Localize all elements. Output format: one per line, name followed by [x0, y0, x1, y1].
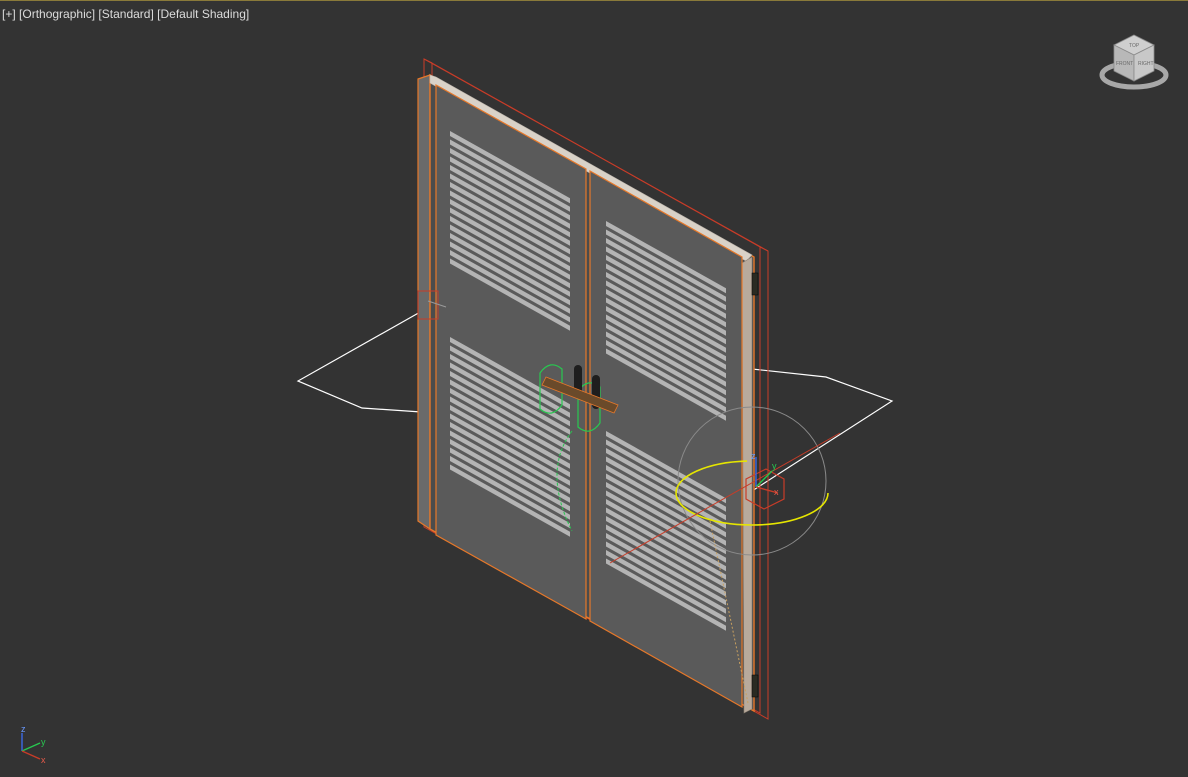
- door-scene[interactable]: z y x: [0, 1, 1188, 777]
- viewcube-front-label: FRONT: [1116, 61, 1133, 67]
- tripod-y-label: y: [41, 737, 46, 747]
- viewport-orthographic[interactable]: [+] [Orthographic] [Standard] [Default S…: [0, 0, 1188, 777]
- tripod-z-label: z: [21, 724, 26, 734]
- door-leaf-left[interactable]: [435, 83, 587, 621]
- gizmo-x-label: x: [774, 487, 779, 497]
- gizmo-z-label: z: [751, 451, 756, 461]
- viewcube-top-label: TOP: [1129, 43, 1140, 49]
- door-leaf-right[interactable]: [589, 169, 743, 709]
- axis-tripod-icon: z y x: [21, 724, 46, 765]
- tripod-x-label: x: [41, 755, 46, 765]
- viewcube-right-label: RIGHT: [1138, 61, 1154, 67]
- gizmo-y-label: y: [772, 461, 777, 471]
- viewcube-icon[interactable]: TOP FRONT RIGHT: [1096, 31, 1172, 95]
